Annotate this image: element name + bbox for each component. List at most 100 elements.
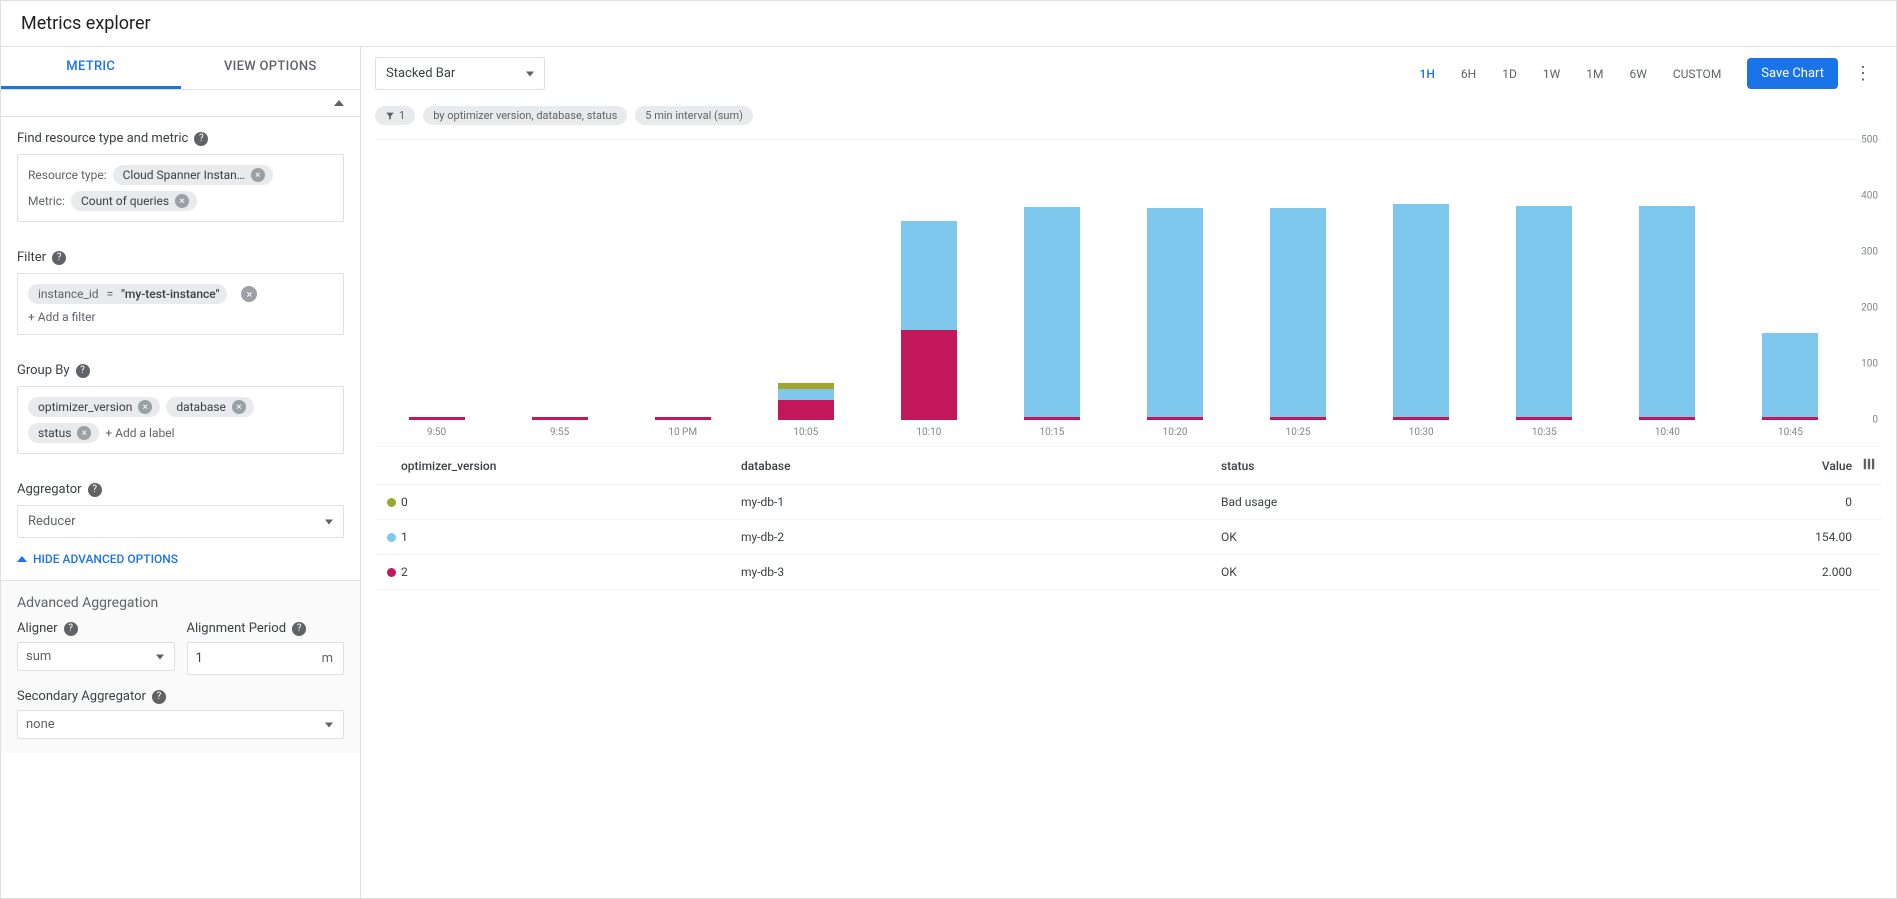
range-1h[interactable]: 1H bbox=[1410, 59, 1445, 89]
bar-group bbox=[901, 221, 957, 420]
aggregator-label: Aggregator bbox=[17, 482, 82, 497]
alignment-period-input[interactable]: m bbox=[187, 642, 345, 675]
advanced-title: Advanced Aggregation bbox=[17, 595, 344, 611]
alignment-period-label: Alignment Period bbox=[187, 621, 287, 636]
range-custom[interactable]: CUSTOM bbox=[1663, 59, 1731, 89]
bar-group bbox=[1270, 208, 1326, 420]
x-tick: 10:05 bbox=[793, 427, 818, 438]
legend-row[interactable]: 1my-db-2OK154.00 bbox=[375, 520, 1882, 555]
tab-metric[interactable]: METRIC bbox=[1, 47, 181, 89]
metric-chip[interactable]: Count of queries × bbox=[71, 191, 197, 211]
groupby-chip[interactable]: status× bbox=[28, 423, 99, 443]
interval-pill: 5 min interval (sum) bbox=[635, 106, 753, 125]
stacked-bar-chart[interactable]: 0100200300400500 9:509:5510 PM10:0510:10… bbox=[375, 140, 1882, 440]
series-count-pill: 1 bbox=[375, 106, 415, 125]
help-icon[interactable]: ? bbox=[88, 483, 102, 497]
help-icon[interactable]: ? bbox=[292, 622, 306, 636]
legend-cell: OK bbox=[1221, 565, 1772, 579]
groupby-chip[interactable]: optimizer_version× bbox=[28, 397, 160, 417]
aggregator-select[interactable]: Reducer bbox=[17, 505, 344, 538]
x-tick: 10:15 bbox=[1040, 427, 1065, 438]
resource-type-chip[interactable]: Cloud Spanner Instan… × bbox=[113, 165, 273, 185]
bar-segment bbox=[901, 221, 957, 330]
close-icon[interactable]: × bbox=[232, 400, 246, 414]
secondary-aggregator-select[interactable]: none bbox=[17, 710, 344, 739]
resource-type-label: Resource type: bbox=[28, 168, 107, 182]
help-icon[interactable]: ? bbox=[152, 690, 166, 704]
y-tick: 300 bbox=[1861, 247, 1878, 258]
bar-segment bbox=[1639, 206, 1695, 418]
bar-segment bbox=[901, 330, 957, 420]
x-tick: 10:45 bbox=[1778, 427, 1803, 438]
legend-cell: 0 bbox=[401, 495, 741, 509]
x-tick: 10:20 bbox=[1163, 427, 1188, 438]
chart-type-select[interactable]: Stacked Bar bbox=[375, 57, 545, 90]
close-icon[interactable]: × bbox=[175, 194, 189, 208]
bar-segment bbox=[1147, 208, 1203, 417]
legend-row[interactable]: 2my-db-3OK2.000 bbox=[375, 555, 1882, 590]
x-tick: 9:55 bbox=[550, 427, 569, 438]
aligner-label: Aligner bbox=[17, 621, 58, 636]
legend-table: optimizer_version database status Value … bbox=[375, 446, 1882, 590]
bar-segment bbox=[1516, 206, 1572, 418]
bar-segment bbox=[1024, 207, 1080, 417]
legend-header-status[interactable]: status bbox=[1221, 459, 1772, 473]
groupby-chip[interactable]: database× bbox=[166, 397, 254, 417]
legend-cell: my-db-2 bbox=[741, 530, 1221, 544]
legend-header-database[interactable]: database bbox=[741, 459, 1221, 473]
legend-cell: 154.00 bbox=[1772, 530, 1852, 544]
legend-cell: 2.000 bbox=[1772, 565, 1852, 579]
alignment-period-field[interactable] bbox=[188, 643, 312, 674]
bar-group bbox=[1516, 206, 1572, 420]
legend-swatch-icon bbox=[387, 568, 396, 577]
y-tick: 500 bbox=[1861, 135, 1878, 146]
x-tick: 10 PM bbox=[668, 427, 697, 438]
legend-row[interactable]: 0my-db-1Bad usage0 bbox=[375, 485, 1882, 520]
help-icon[interactable]: ? bbox=[76, 364, 90, 378]
range-1d[interactable]: 1D bbox=[1492, 59, 1527, 89]
add-groupby-link[interactable]: + Add a label bbox=[105, 426, 174, 440]
x-tick: 10:25 bbox=[1286, 427, 1311, 438]
chart-panel: Stacked Bar 1H6H1D1W1M6WCUSTOM Save Chart… bbox=[361, 47, 1896, 898]
range-1w[interactable]: 1W bbox=[1533, 59, 1570, 89]
range-6w[interactable]: 6W bbox=[1619, 59, 1656, 89]
period-unit: m bbox=[312, 651, 343, 666]
x-tick: 10:35 bbox=[1532, 427, 1557, 438]
x-tick: 10:30 bbox=[1409, 427, 1434, 438]
help-icon[interactable]: ? bbox=[194, 132, 208, 146]
hide-advanced-toggle[interactable]: HIDE ADVANCED OPTIONS bbox=[1, 552, 360, 580]
x-tick: 9:50 bbox=[427, 427, 446, 438]
x-tick: 10:40 bbox=[1655, 427, 1680, 438]
bar-group bbox=[1147, 208, 1203, 420]
legend-cell: my-db-1 bbox=[741, 495, 1221, 509]
legend-header-value[interactable]: Value bbox=[1772, 459, 1852, 473]
collapse-panel-icon[interactable] bbox=[334, 100, 344, 106]
save-chart-button[interactable]: Save Chart bbox=[1747, 58, 1838, 89]
help-icon[interactable]: ? bbox=[64, 622, 78, 636]
config-sidebar: METRIC VIEW OPTIONS Find resource type a… bbox=[1, 47, 361, 898]
more-options-icon[interactable]: ⋮ bbox=[1844, 59, 1882, 89]
add-filter-link[interactable]: + Add a filter bbox=[28, 310, 96, 324]
legend-cell: 2 bbox=[401, 565, 741, 579]
y-tick: 400 bbox=[1861, 191, 1878, 202]
metric-label: Metric: bbox=[28, 194, 65, 208]
close-icon[interactable]: × bbox=[77, 426, 91, 440]
tab-view-options[interactable]: VIEW OPTIONS bbox=[181, 47, 361, 89]
bar-segment bbox=[778, 383, 834, 390]
find-label: Find resource type and metric bbox=[17, 131, 188, 146]
filter-chip[interactable]: instance_id = "my-test-instance" bbox=[28, 284, 227, 304]
range-6h[interactable]: 6H bbox=[1451, 59, 1486, 89]
help-icon[interactable]: ? bbox=[52, 251, 66, 265]
bar-group bbox=[778, 383, 834, 421]
close-icon[interactable]: × bbox=[251, 168, 265, 182]
y-tick: 200 bbox=[1861, 303, 1878, 314]
legend-swatch-icon bbox=[387, 498, 396, 507]
close-icon[interactable]: × bbox=[241, 286, 257, 302]
page-title: Metrics explorer bbox=[1, 1, 1896, 46]
filter-funnel-icon bbox=[385, 111, 395, 121]
legend-header-optimizer[interactable]: optimizer_version bbox=[401, 459, 741, 473]
columns-icon[interactable] bbox=[1852, 457, 1876, 474]
aligner-select[interactable]: sum bbox=[17, 642, 175, 671]
close-icon[interactable]: × bbox=[138, 400, 152, 414]
range-1m[interactable]: 1M bbox=[1576, 59, 1613, 89]
